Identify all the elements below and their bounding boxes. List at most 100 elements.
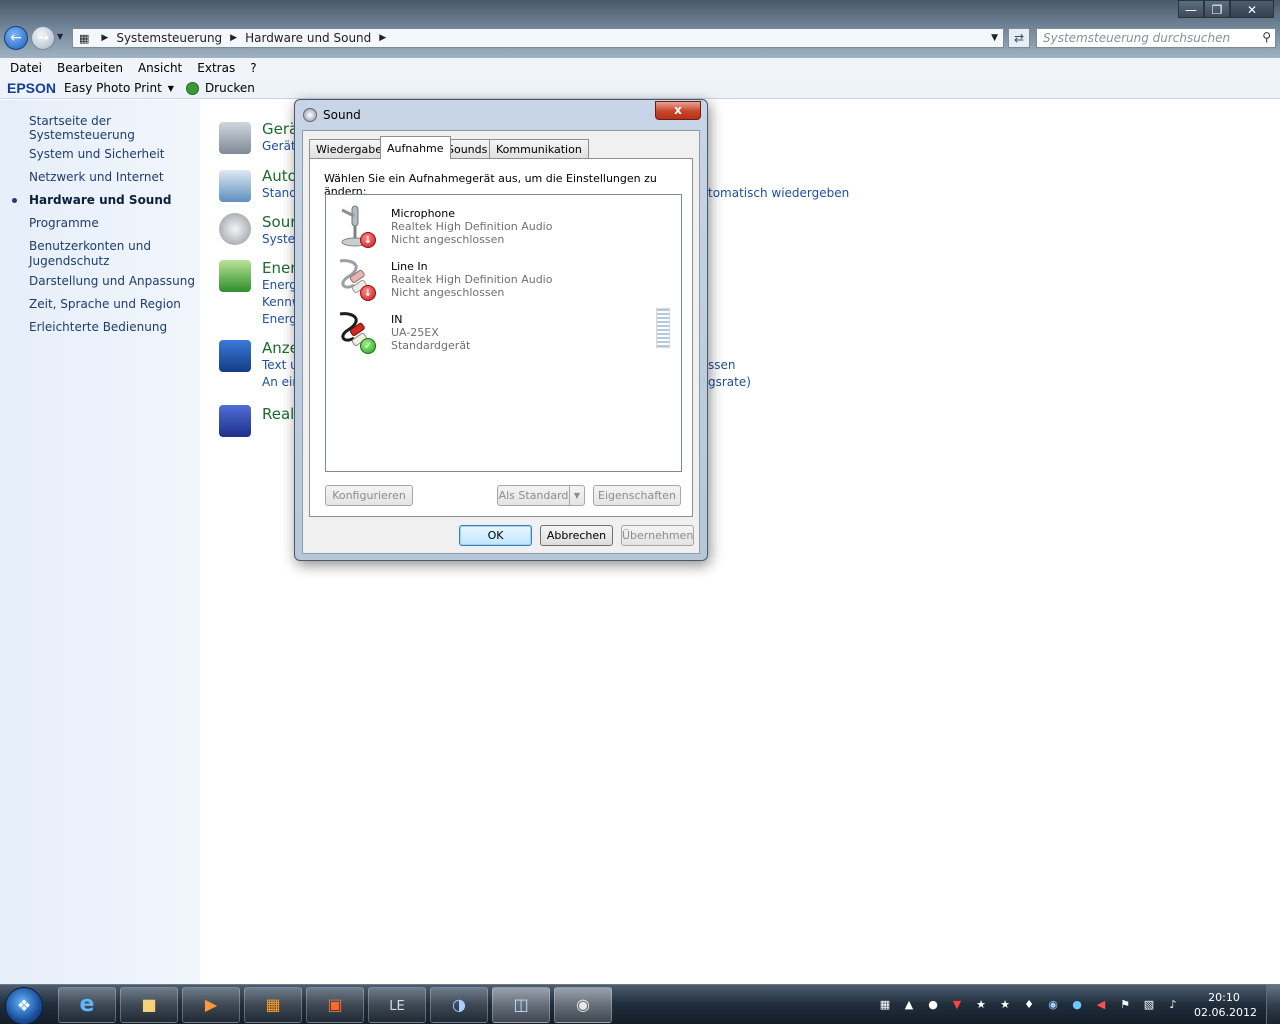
taskbar-media-player[interactable]: ▶ bbox=[182, 987, 240, 1023]
nav-benutzerkonten-line1[interactable]: Benutzerkonten und bbox=[29, 239, 151, 253]
chevron-right-icon[interactable]: ▶ bbox=[101, 33, 108, 43]
dialog-body: Wiedergabe Aufnahme Sounds Kommunikation… bbox=[302, 130, 700, 554]
apply-button[interactable]: Übernehmen bbox=[621, 525, 694, 546]
refresh-button[interactable]: ⇄ bbox=[1008, 28, 1030, 48]
category-autoplay-title[interactable]: Auto bbox=[262, 167, 297, 185]
clock-date: 02.06.2012 bbox=[1194, 1006, 1257, 1019]
minimize-button[interactable]: — bbox=[1178, 0, 1204, 18]
forward-button[interactable]: → bbox=[31, 26, 55, 50]
category-anzeige-link-3[interactable]: ssen bbox=[708, 358, 736, 372]
nav-programme[interactable]: Programme bbox=[29, 216, 99, 230]
category-energie-title[interactable]: Ener bbox=[262, 259, 296, 277]
menu-bearbeiten[interactable]: Bearbeiten bbox=[57, 61, 123, 75]
nav-startseite[interactable]: Startseite der Systemsteuerung bbox=[29, 114, 200, 142]
category-sound-title[interactable]: Sour bbox=[262, 213, 296, 231]
category-anzeige-link-4[interactable]: gsrate) bbox=[708, 375, 751, 389]
network-signal-icon[interactable]: ▧ bbox=[1141, 997, 1157, 1013]
taskbar-sound[interactable]: ◉ bbox=[554, 987, 612, 1023]
nav-netzwerk-internet[interactable]: Netzwerk und Internet bbox=[29, 170, 164, 184]
default-check-icon: ✓ bbox=[360, 338, 376, 354]
ok-button[interactable]: OK bbox=[459, 525, 532, 546]
device-name: Microphone bbox=[391, 207, 456, 220]
set-default-label: Als Standard bbox=[498, 489, 569, 502]
back-button[interactable]: ← bbox=[4, 26, 28, 50]
tray-app-icon[interactable]: ▼ bbox=[949, 997, 965, 1013]
clock-time: 20:10 bbox=[1208, 991, 1240, 1004]
close-window-button[interactable]: ✕ bbox=[1230, 0, 1274, 18]
window-titlebar: — ❐ ✕ ← → ▼ ▦ ▶ Systemsteuerung ▶ Hardwa… bbox=[0, 0, 1280, 58]
taskbar: ❖ e ■ ▶ ▦ ▣ LE ◑ ◫ ◉ ▦ ▲ ● ▼ ★ ★ ♦ ◉ ● ◀… bbox=[0, 984, 1280, 1024]
breadcrumb-systemsteuerung[interactable]: Systemsteuerung bbox=[116, 31, 222, 45]
menu-help[interactable]: ? bbox=[250, 61, 256, 75]
printer-icon bbox=[219, 122, 251, 154]
tray-app-icon[interactable]: ◉ bbox=[1045, 997, 1061, 1013]
maximize-button[interactable]: ❐ bbox=[1204, 0, 1230, 18]
tray-app-icon[interactable]: ● bbox=[925, 997, 941, 1013]
nav-system-sicherheit[interactable]: System und Sicherheit bbox=[29, 147, 165, 161]
category-geraete-title[interactable]: Gerä bbox=[262, 120, 298, 138]
tray-volume-muted-icon[interactable]: ◀ bbox=[1093, 997, 1109, 1013]
show-desktop-button[interactable] bbox=[1266, 985, 1280, 1024]
device-row-line-in[interactable]: ↓ Line In Realtek High Definition Audio … bbox=[326, 251, 681, 303]
tab-aufnahme[interactable]: Aufnahme bbox=[380, 136, 451, 159]
tab-wiedergabe[interactable]: Wiedergabe bbox=[309, 139, 390, 158]
dialog-close-button[interactable]: x bbox=[655, 101, 701, 120]
start-button[interactable]: ❖ bbox=[5, 987, 43, 1024]
chevron-right-icon[interactable]: ▶ bbox=[379, 33, 386, 43]
nav-zeit-sprache[interactable]: Zeit, Sprache und Region bbox=[29, 297, 181, 311]
print-icon bbox=[185, 81, 199, 95]
office-icon: ▣ bbox=[327, 995, 343, 1014]
taskbar-explorer[interactable]: ■ bbox=[120, 987, 178, 1023]
menu-extras[interactable]: Extras bbox=[197, 61, 235, 75]
volume-icon[interactable]: ♪ bbox=[1165, 997, 1181, 1013]
tray-app-icon[interactable]: ♦ bbox=[1021, 997, 1037, 1013]
recording-device-list[interactable]: ↓ Microphone Realtek High Definition Aud… bbox=[325, 194, 682, 472]
taskbar-office[interactable]: ▣ bbox=[306, 987, 364, 1023]
nav-benutzerkonten-line2[interactable]: Jugendschutz bbox=[29, 254, 109, 268]
category-geraete-link[interactable]: Gerät bbox=[262, 139, 296, 153]
chevron-down-icon[interactable]: ▼ bbox=[168, 84, 174, 93]
tray-app-icon[interactable]: ● bbox=[1069, 997, 1085, 1013]
input-level-meter bbox=[656, 308, 670, 348]
configure-button[interactable]: Konfigurieren bbox=[325, 485, 413, 506]
taskbar-paint[interactable]: ◑ bbox=[430, 987, 488, 1023]
history-dropdown[interactable]: ▼ bbox=[57, 32, 63, 41]
device-row-microphone[interactable]: ↓ Microphone Realtek High Definition Aud… bbox=[326, 198, 681, 250]
tray-app-icon[interactable]: ▦ bbox=[877, 997, 893, 1013]
menu-ansicht[interactable]: Ansicht bbox=[138, 61, 182, 75]
search-icon[interactable]: ⚲ bbox=[1262, 30, 1271, 44]
system-clock[interactable]: 20:10 02.06.2012 bbox=[1194, 990, 1257, 1020]
tray-app-icon[interactable]: ★ bbox=[997, 997, 1013, 1013]
easy-photo-print-button[interactable]: Easy Photo Print bbox=[64, 81, 162, 95]
realtek-icon bbox=[219, 405, 251, 437]
tray-app-icon[interactable]: ▲ bbox=[901, 997, 917, 1013]
nav-darstellung[interactable]: Darstellung und Anpassung bbox=[29, 274, 195, 288]
properties-button[interactable]: Eigenschaften bbox=[593, 485, 681, 506]
taskbar-app-orange[interactable]: ▦ bbox=[244, 987, 302, 1023]
nav-hardware-sound[interactable]: Hardware und Sound bbox=[29, 193, 171, 207]
print-button[interactable]: Drucken bbox=[205, 81, 255, 95]
address-dropdown-icon[interactable]: ▼ bbox=[991, 33, 998, 43]
device-row-in[interactable]: ✓ IN UA-25EX Standardgerät bbox=[326, 304, 681, 356]
cancel-button[interactable]: Abbrechen bbox=[540, 525, 613, 546]
breadcrumb-hardware-sound[interactable]: Hardware und Sound bbox=[245, 31, 371, 45]
action-center-flag-icon[interactable]: ⚑ bbox=[1117, 997, 1133, 1013]
chevron-down-icon[interactable]: ▼ bbox=[569, 486, 584, 505]
search-placeholder: Systemsteuerung durchsuchen bbox=[1043, 31, 1231, 45]
address-bar[interactable]: ▦ ▶ Systemsteuerung ▶ Hardware und Sound… bbox=[72, 28, 1004, 48]
tab-kommunikation[interactable]: Kommunikation bbox=[489, 139, 589, 158]
device-driver: Realtek High Definition Audio bbox=[391, 273, 553, 286]
set-default-button[interactable]: Als Standard ▼ bbox=[497, 485, 585, 506]
chevron-right-icon[interactable]: ▶ bbox=[230, 33, 237, 43]
taskbar-app-le[interactable]: LE bbox=[368, 987, 426, 1023]
device-driver: Realtek High Definition Audio bbox=[391, 220, 553, 233]
control-panel-icon: ▦ bbox=[79, 31, 90, 45]
taskbar-control-panel[interactable]: ◫ bbox=[492, 987, 550, 1023]
category-anzeige-link-1[interactable]: Text u bbox=[262, 358, 298, 372]
taskbar-internet-explorer[interactable]: e bbox=[58, 987, 116, 1023]
menu-datei[interactable]: Datei bbox=[10, 61, 42, 75]
nav-erleichterte-bedienung[interactable]: Erleichterte Bedienung bbox=[29, 320, 167, 334]
tray-app-icon[interactable]: ★ bbox=[973, 997, 989, 1013]
search-input[interactable]: Systemsteuerung durchsuchen ⚲ bbox=[1036, 28, 1276, 48]
category-autoplay-link-2[interactable]: tomatisch wiedergeben bbox=[708, 186, 849, 200]
